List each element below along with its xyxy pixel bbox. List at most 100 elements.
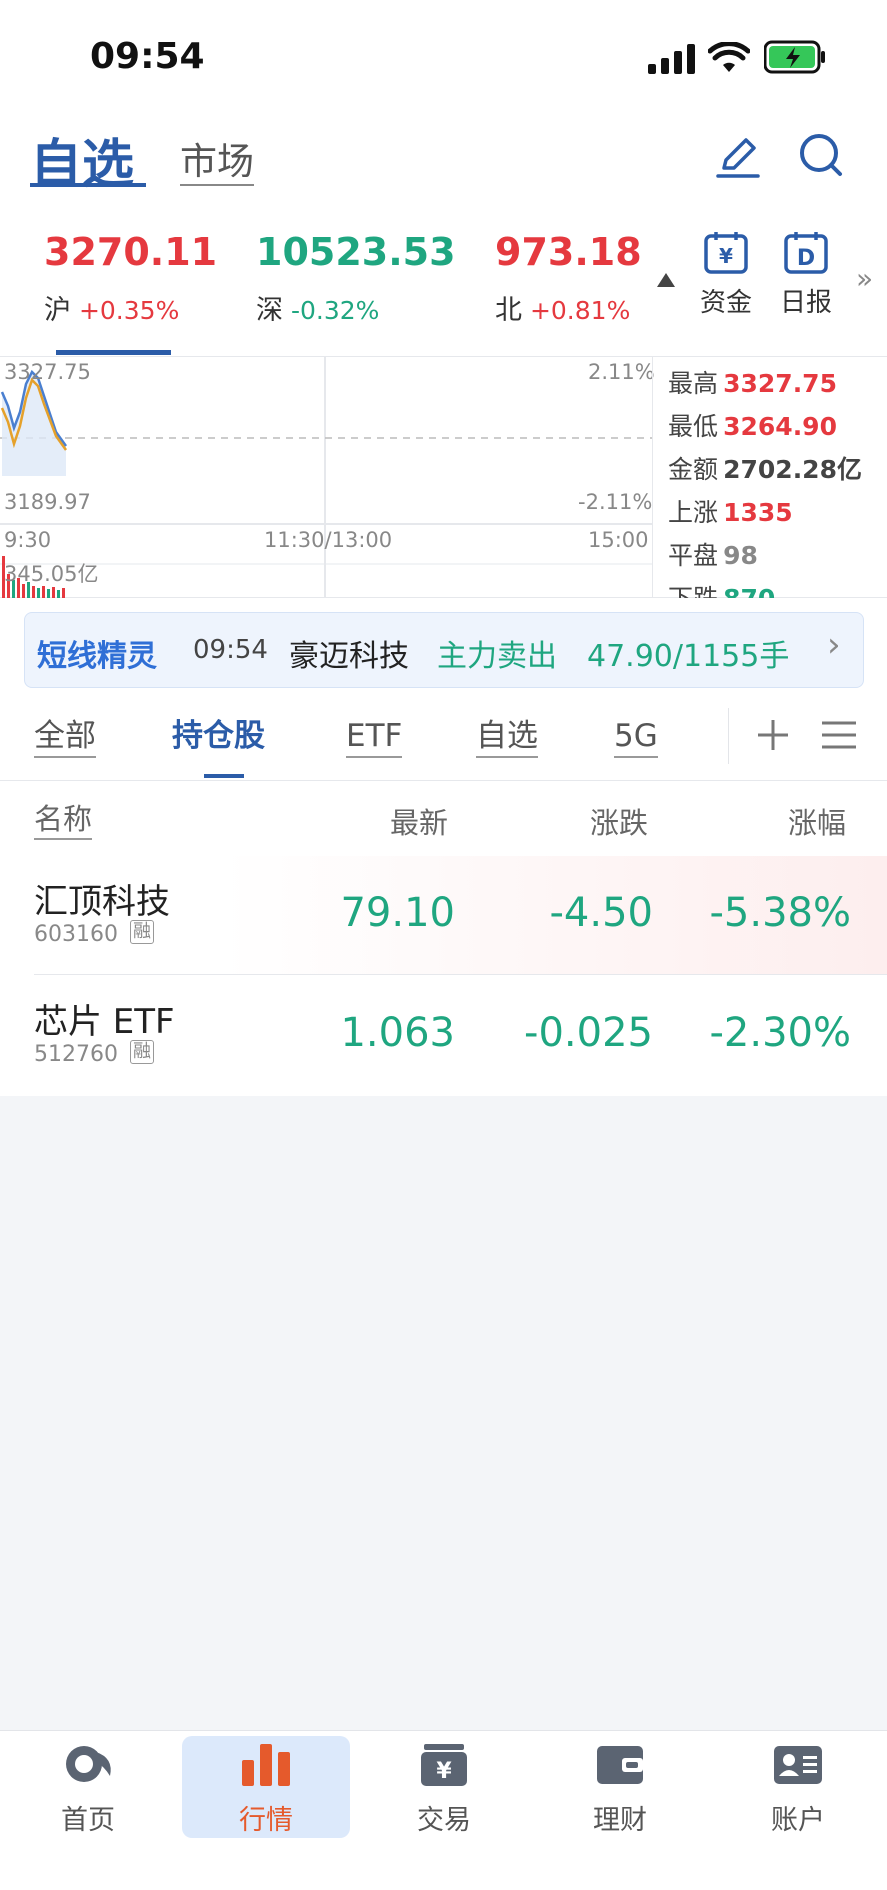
market-stats: 最高 3327.75 最低 3264.90 金额 2702.28亿 上涨 133… — [668, 364, 862, 622]
index-shenzhen-change: -0.32% — [290, 296, 380, 325]
account-card-icon — [774, 1746, 822, 1784]
edit-icon[interactable] — [714, 134, 760, 180]
chart-y-low: 3189.97 — [4, 490, 91, 514]
list-top-border — [0, 780, 887, 781]
nav-home[interactable]: 首页 — [28, 1742, 148, 1862]
svg-text:D: D — [797, 246, 815, 271]
row-stock-name: 汇顶科技 — [34, 882, 170, 922]
filter-tab-all[interactable]: 全部 — [34, 716, 96, 758]
nav-account[interactable]: 账户 — [738, 1742, 858, 1862]
tab-market[interactable]: 市场 — [180, 140, 254, 186]
stat-high-label: 最高 — [668, 369, 719, 398]
row-stock-name: 芯片 ETF — [34, 1002, 175, 1042]
index-beijing-label: 北 — [495, 295, 522, 326]
stat-amount-value: 2702.28亿 — [723, 455, 862, 484]
table-row[interactable]: 汇顶科技 603160 融 79.10 -4.50 -5.38% — [0, 856, 887, 974]
index-beijing-value: 973.18 — [495, 230, 642, 274]
row-latest-price: 1.063 — [340, 1010, 455, 1056]
row-price-change: -4.50 — [549, 890, 654, 936]
index-shenzhen[interactable]: 10523.53 深 -0.32% — [256, 230, 456, 327]
chart-divider — [652, 356, 653, 598]
svg-text:¥: ¥ — [436, 1759, 452, 1784]
filter-tab-watchlist[interactable]: 自选 — [476, 716, 538, 758]
nav-market[interactable]: 行情 — [206, 1742, 326, 1862]
chart-pct-high: 2.11% — [588, 360, 655, 384]
index-shanghai-change: +0.35% — [78, 296, 180, 325]
column-header-pct[interactable]: 涨幅 — [788, 800, 846, 842]
filter-tab-etf[interactable]: ETF — [346, 716, 403, 758]
index-beijing[interactable]: 973.18 北 +0.81% — [495, 230, 642, 327]
stat-low-label: 最低 — [668, 412, 719, 441]
shortcut-daily-label: 日报 — [779, 288, 832, 318]
stat-up-label: 上涨 — [668, 498, 719, 527]
column-header-name[interactable]: 名称 — [34, 800, 93, 840]
stat-amount-label: 金额 — [668, 455, 719, 484]
nav-trade-label: 交易 — [417, 1805, 471, 1836]
stat-flat-label: 平盘 — [668, 541, 719, 570]
wifi-icon — [708, 42, 750, 72]
fund-icon: ¥ — [704, 232, 748, 274]
shortcut-daily[interactable]: D 日报 — [766, 230, 846, 319]
short-term-alert-banner[interactable]: 短线精灵 09:54 豪迈科技 主力卖出 47.90/1155手 › — [24, 612, 864, 688]
cellular-signal-icon — [648, 44, 695, 74]
filter-tab-active-underline — [204, 774, 244, 778]
collapse-triangle-icon[interactable] — [656, 272, 676, 288]
row-pct-change: -5.38% — [709, 890, 851, 936]
stat-high-value: 3327.75 — [723, 369, 837, 398]
row-latest-price: 79.10 — [340, 890, 455, 936]
column-header-change[interactable]: 涨跌 — [590, 800, 648, 842]
row-pct-change: -2.30% — [709, 1010, 851, 1056]
chart-time-mid: 11:30/13:00 — [264, 528, 393, 552]
margin-badge: 融 — [130, 1040, 154, 1064]
row-stock-code: 512760 — [34, 1042, 118, 1067]
banner-chevron-icon: › — [827, 625, 841, 665]
shortcut-fund[interactable]: ¥ 资金 — [686, 230, 766, 319]
banner-stock: 豪迈科技 — [289, 639, 409, 674]
filter-tab-5g[interactable]: 5G — [614, 716, 658, 758]
chart-volume: 345.05亿 — [4, 562, 99, 586]
margin-badge: 融 — [130, 920, 154, 944]
banner-action: 主力卖出 — [437, 639, 557, 674]
battery-icon — [764, 40, 825, 74]
row-divider — [34, 974, 887, 975]
search-icon[interactable] — [798, 132, 844, 178]
chart-y-high: 3327.75 — [4, 360, 91, 384]
index-beijing-change: +0.81% — [529, 296, 631, 325]
stat-low-value: 3264.90 — [723, 412, 837, 441]
index-shanghai-value: 3270.11 — [44, 230, 218, 274]
filter-tab-holdings[interactable]: 持仓股 — [172, 716, 265, 756]
table-row[interactable]: 芯片 ETF 512760 融 1.063 -0.025 -2.30% — [0, 976, 887, 1094]
menu-icon[interactable] — [822, 720, 856, 750]
stat-up-value: 1335 — [723, 498, 793, 527]
trade-wallet-icon: ¥ — [421, 1744, 467, 1786]
wealth-wallet-icon — [597, 1746, 643, 1784]
nav-wealth[interactable]: 理财 — [560, 1742, 680, 1862]
chart-pct-low: -2.11% — [578, 490, 653, 514]
chart-time-start: 9:30 — [4, 528, 52, 552]
index-selected-underline — [56, 350, 171, 355]
home-icon — [66, 1746, 111, 1782]
daily-report-icon: D — [784, 232, 828, 274]
tab-active-underline — [30, 183, 146, 187]
svg-text:¥: ¥ — [719, 244, 733, 268]
add-icon[interactable] — [756, 718, 790, 752]
nav-account-label: 账户 — [771, 1805, 825, 1836]
banner-detail: 47.90/1155手 — [587, 639, 790, 674]
bar-chart-icon — [242, 1744, 290, 1786]
nav-trade[interactable]: ¥ 交易 — [384, 1742, 504, 1862]
nav-market-label: 行情 — [239, 1805, 293, 1836]
row-price-change: -0.025 — [524, 1010, 653, 1056]
shortcut-fund-label: 资金 — [699, 288, 752, 318]
index-shanghai[interactable]: 3270.11 沪 +0.35% — [44, 230, 217, 327]
column-header-latest[interactable]: 最新 — [390, 800, 448, 842]
row-stock-code: 603160 — [34, 922, 118, 947]
more-chevron-icon[interactable]: » — [856, 262, 873, 295]
nav-home-label: 首页 — [61, 1805, 115, 1836]
index-shenzhen-label: 深 — [256, 295, 283, 326]
chart-time-end: 15:00 — [588, 528, 649, 552]
nav-wealth-label: 理财 — [593, 1805, 647, 1836]
filter-divider — [728, 708, 729, 764]
stat-flat-value: 98 — [723, 541, 758, 570]
index-shanghai-label: 沪 — [44, 295, 71, 326]
banner-time: 09:54 — [193, 635, 268, 665]
